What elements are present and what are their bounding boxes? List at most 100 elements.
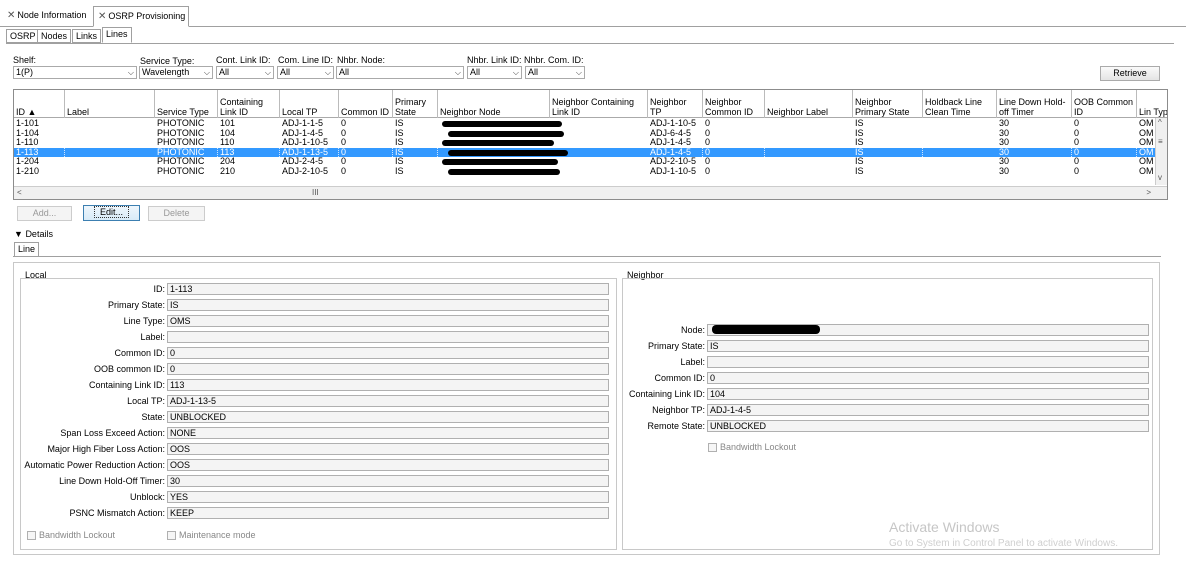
table-cell: IS	[855, 128, 864, 138]
column-header[interactable]: Neighbor Primary State	[853, 90, 923, 118]
nhbr-com-id-select[interactable]: All ⌵	[525, 66, 585, 79]
nhbr-node-select[interactable]: All ⌵	[336, 66, 464, 79]
table-row[interactable]: 1-204 PHOTONIC 204 ADJ-2-4-5 0 IS ADJ-2-10-5 0 I…	[14, 157, 1156, 167]
field-label: Containing Link ID:	[88, 380, 165, 390]
field-value: OOS	[167, 443, 609, 455]
column-header[interactable]: Neighbor TP	[648, 90, 703, 118]
close-icon[interactable]: ✕	[98, 11, 106, 22]
table-cell: IS	[853, 147, 923, 157]
nhbr-node-value: All	[339, 67, 350, 77]
table-cell: 30	[999, 166, 1010, 176]
table-cell: ADJ-6-4-5	[650, 128, 692, 138]
cont-link-id-select[interactable]: All ⌵	[216, 66, 274, 79]
nhbr-link-id-select[interactable]: All ⌵	[467, 66, 522, 79]
activation-watermark-text: Go to System in Control Panel to activat…	[889, 538, 1118, 549]
delete-button[interactable]: Delete	[148, 206, 205, 221]
table-cell: 0	[341, 157, 347, 166]
main-tab-bar: ✕ Node Information ✕ OSRP Provisioning	[0, 0, 1186, 27]
tab-line[interactable]: Line	[14, 242, 40, 257]
field-label: Local TP:	[127, 396, 165, 406]
retrieve-button[interactable]: Retrieve	[1100, 66, 1160, 81]
field-value: IS	[707, 340, 1149, 352]
bandwidth-lockout-checkbox[interactable]	[27, 531, 36, 540]
field-label: OOB common ID:	[93, 364, 165, 374]
field-label: Major High Fiber Loss Action:	[47, 444, 165, 454]
table-row[interactable]: 1-113 PHOTONIC 113 ADJ-1-13-5 0 IS ADJ-1-4-5 0 I…	[14, 147, 1156, 157]
details-toggle[interactable]: ▼ Details	[14, 229, 53, 239]
shelf-label: Shelf:	[13, 55, 37, 65]
column-header[interactable]: Containing Link ID	[218, 90, 280, 118]
table-row[interactable]: 1-104 PHOTONIC 104 ADJ-1-4-5 0 IS ADJ-6-4-5 0 IS…	[14, 129, 1156, 139]
neighbor-bandwidth-lockout-checkbox[interactable]	[708, 443, 717, 452]
close-icon[interactable]: ✕	[7, 10, 15, 21]
column-header[interactable]: Holdback Line Clean Time	[923, 90, 997, 118]
table-cell: 0	[341, 128, 347, 138]
field-label: Line Down Hold-Off Timer:	[59, 476, 165, 486]
column-header[interactable]: Lin Typ	[1137, 90, 1167, 118]
table-row[interactable]: 1-210 PHOTONIC 210 ADJ-2-10-5 0 IS ADJ-1-10-5 0…	[14, 167, 1156, 177]
service-type-select[interactable]: Wavelength ⌵	[139, 66, 213, 79]
tab-label: Node Information	[17, 10, 87, 20]
table-cell: 30	[999, 128, 1010, 138]
table-cell: 1-104	[16, 128, 40, 138]
column-header[interactable]: Common ID	[339, 90, 393, 118]
table-cell: ADJ-1-4-5	[648, 147, 703, 157]
tab-lines[interactable]: Lines	[102, 27, 132, 43]
add-button[interactable]: Add...	[17, 206, 72, 221]
vertical-scrollbar[interactable]: ^ ≡ v	[1155, 118, 1167, 185]
field-label: Node:	[680, 325, 705, 335]
scroll-down-icon[interactable]: v	[1158, 173, 1162, 182]
redaction-mark	[448, 130, 564, 137]
scroll-left-icon[interactable]: <	[17, 188, 22, 197]
field-label: Primary State:	[647, 341, 705, 351]
table-cell: 1-110	[16, 138, 39, 147]
column-header[interactable]: Neighbor Common ID	[703, 90, 765, 118]
shelf-select[interactable]: 1(P) ⌵	[13, 66, 137, 79]
tab-nodes[interactable]: Nodes	[37, 29, 72, 43]
table-cell: IS	[395, 128, 404, 138]
field-label: Label:	[680, 357, 705, 367]
table-cell: IS	[393, 147, 438, 157]
field-label: Label:	[140, 332, 165, 342]
maintenance-mode-checkbox[interactable]	[167, 531, 176, 540]
field-label: Remote State:	[647, 421, 705, 431]
column-header[interactable]: Primary State	[393, 90, 438, 118]
column-header[interactable]: Label	[65, 90, 155, 118]
table-cell: 0	[341, 119, 347, 128]
tab-links[interactable]: Links	[72, 29, 102, 43]
tab-node-information[interactable]: ✕ Node Information	[3, 6, 90, 27]
table-cell: 0	[703, 147, 765, 157]
column-header[interactable]: Neighbor Node	[438, 90, 550, 118]
tab-osrp[interactable]: OSRP	[6, 29, 40, 43]
chevron-down-icon: ⌵	[575, 68, 582, 77]
table-cell: PHOTONIC	[157, 166, 205, 176]
table-row[interactable]: 1-110 PHOTONIC 110 ADJ-1-10-5 0 IS ADJ-1-4-5 0 I…	[14, 138, 1156, 148]
com-line-id-select[interactable]: All ⌵	[277, 66, 334, 79]
column-header[interactable]: OOB Common ID	[1072, 90, 1137, 118]
scroll-thumb-icon[interactable]: ≡	[1158, 137, 1163, 146]
tab-label: OSRP Provisioning	[108, 11, 186, 21]
field-value	[707, 356, 1149, 368]
column-header[interactable]: Neighbor Label	[765, 90, 853, 118]
edit-button[interactable]: Edit...	[83, 205, 140, 221]
column-header[interactable]: Line Down Hold-off Timer	[997, 90, 1072, 118]
table-cell: 30	[999, 138, 1010, 147]
scroll-thumb-icon[interactable]: III	[312, 188, 319, 197]
table-row[interactable]: 1-101 PHOTONIC 101 ADJ-1-1-5 0 IS ADJ-1-10-5 0 I…	[14, 119, 1156, 129]
field-value: 104	[707, 388, 1149, 400]
column-header[interactable]: Local TP	[280, 90, 339, 118]
nhbr-link-id-value: All	[470, 67, 481, 77]
table-cell: IS	[395, 119, 404, 128]
field-label: Span Loss Exceed Action:	[60, 428, 165, 438]
column-header[interactable]: Service Type	[155, 90, 218, 118]
table-cell: 101	[220, 119, 236, 128]
shelf-value: 1(P)	[16, 67, 34, 77]
scroll-up-icon[interactable]: ^	[1158, 118, 1162, 127]
field-value: OOS	[167, 459, 609, 471]
scroll-right-icon[interactable]: >	[1146, 188, 1151, 197]
table-cell: 210	[220, 166, 236, 176]
column-header[interactable]: Neighbor Containing Link ID	[550, 90, 648, 118]
tab-osrp-provisioning[interactable]: ✕ OSRP Provisioning	[93, 6, 189, 27]
column-header[interactable]: ID ▲	[14, 90, 65, 118]
horizontal-scrollbar[interactable]: < III >	[14, 186, 1167, 199]
